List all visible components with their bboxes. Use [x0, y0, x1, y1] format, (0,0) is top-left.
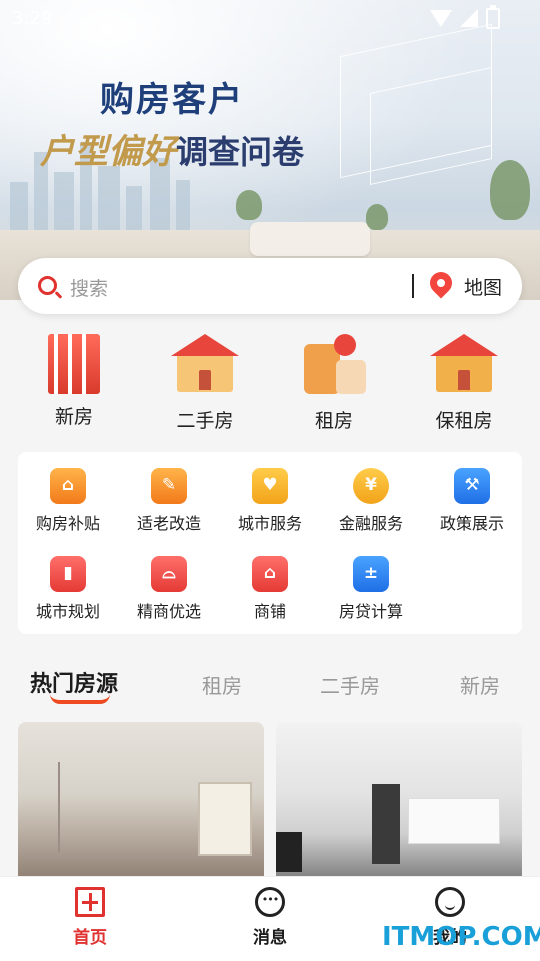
service-planning[interactable]: ▮ 城市规划 [18, 556, 118, 622]
service-city[interactable]: ♥ 城市服务 [220, 468, 320, 534]
service-renovation[interactable]: ✎ 适老改造 [119, 468, 219, 534]
nav-home[interactable]: 首页 [30, 887, 150, 948]
watermark: ITMOP.COM [382, 922, 540, 952]
banner-subtitle-rest: 调查问卷 [176, 133, 305, 171]
service-shops[interactable]: ⌂ 商铺 [220, 556, 320, 622]
category-rental[interactable]: 租房 [274, 330, 394, 433]
tab-second-hand[interactable]: 二手房 [320, 670, 380, 699]
service-label: 房贷计算 [338, 602, 403, 621]
service-subsidy[interactable]: ⌂ 购房补贴 [18, 468, 118, 534]
service-label: 商铺 [253, 602, 286, 621]
search-input[interactable]: 搜索 [70, 274, 108, 301]
category-second-hand[interactable]: 二手房 [145, 330, 265, 433]
listing-tabs: 热门房源 租房 二手房 新房 [0, 662, 540, 706]
service-label: 金融服务 [338, 514, 403, 533]
map-pin-icon[interactable] [425, 267, 457, 299]
renovation-icon: ✎ [151, 468, 187, 504]
search-bar[interactable]: 搜索 地图 [18, 258, 522, 314]
status-icons [430, 4, 500, 29]
service-label: 适老改造 [136, 514, 201, 533]
nav-label: 消息 [253, 928, 287, 948]
banner-subtitle-highlight: 户型偏好 [40, 132, 176, 172]
house-icon [167, 330, 243, 398]
armchair-icon: ⌓ [151, 556, 187, 592]
signal-icon [460, 9, 478, 27]
nav-label: 首页 [73, 928, 107, 948]
shop-icon: ⌂ [252, 556, 288, 592]
status-bar: 3:29 [0, 0, 540, 36]
rental-house-icon [426, 330, 502, 398]
category-label: 新房 [54, 406, 93, 428]
suitcase-icon [296, 330, 372, 398]
service-label: 精商优选 [136, 602, 201, 621]
profile-icon [435, 887, 465, 917]
category-label: 保租房 [435, 410, 493, 432]
service-merchants[interactable]: ⌓ 精商优选 [119, 556, 219, 622]
search-icon [38, 276, 57, 295]
banner-title: 购房客户 [100, 80, 244, 120]
status-time: 3:29 [12, 8, 53, 29]
service-label: 城市规划 [35, 602, 100, 621]
promo-banner[interactable]: 购房客户 户型偏好调查问卷 [0, 0, 540, 300]
banner-subtitle: 户型偏好调查问卷 [40, 124, 304, 173]
listing-cards [0, 722, 540, 882]
message-icon [255, 887, 285, 917]
tab-active-indicator [50, 694, 110, 704]
service-label: 购房补贴 [35, 514, 100, 533]
service-label: 城市服务 [237, 514, 302, 533]
gavel-icon: ⚒ [454, 468, 490, 504]
wifi-icon [430, 9, 452, 27]
services-grid: ⌂ 购房补贴 ✎ 适老改造 ♥ 城市服务 ¥ 金融服务 ⚒ 政策展示 ▮ 城市规… [18, 452, 522, 634]
service-finance[interactable]: ¥ 金融服务 [321, 468, 421, 534]
finance-icon: ¥ [353, 468, 389, 504]
service-label: 政策展示 [439, 514, 504, 533]
home-icon [75, 887, 105, 917]
nav-messages[interactable]: 消息 [210, 887, 330, 948]
tab-new-house[interactable]: 新房 [460, 670, 500, 699]
listing-card[interactable] [18, 722, 264, 882]
category-label: 租房 [314, 410, 353, 432]
category-new-house[interactable]: 新房 [14, 330, 134, 429]
subsidy-icon: ⌂ [50, 468, 86, 504]
battery-icon [486, 4, 500, 29]
category-affordable-rental[interactable]: 保租房 [404, 330, 524, 433]
city-service-icon: ♥ [252, 468, 288, 504]
category-label: 二手房 [176, 410, 234, 432]
listing-card[interactable] [276, 722, 522, 882]
service-policy[interactable]: ⚒ 政策展示 [422, 468, 522, 534]
map-button[interactable]: 地图 [464, 273, 502, 300]
main-categories: 新房 二手房 租房 保租房 [0, 330, 540, 440]
tab-rental[interactable]: 租房 [202, 670, 242, 699]
planning-icon: ▮ [50, 556, 86, 592]
calculator-icon: ± [353, 556, 389, 592]
building-icon [48, 334, 100, 394]
search-divider [412, 274, 414, 298]
service-mortgage[interactable]: ± 房贷计算 [321, 556, 421, 622]
